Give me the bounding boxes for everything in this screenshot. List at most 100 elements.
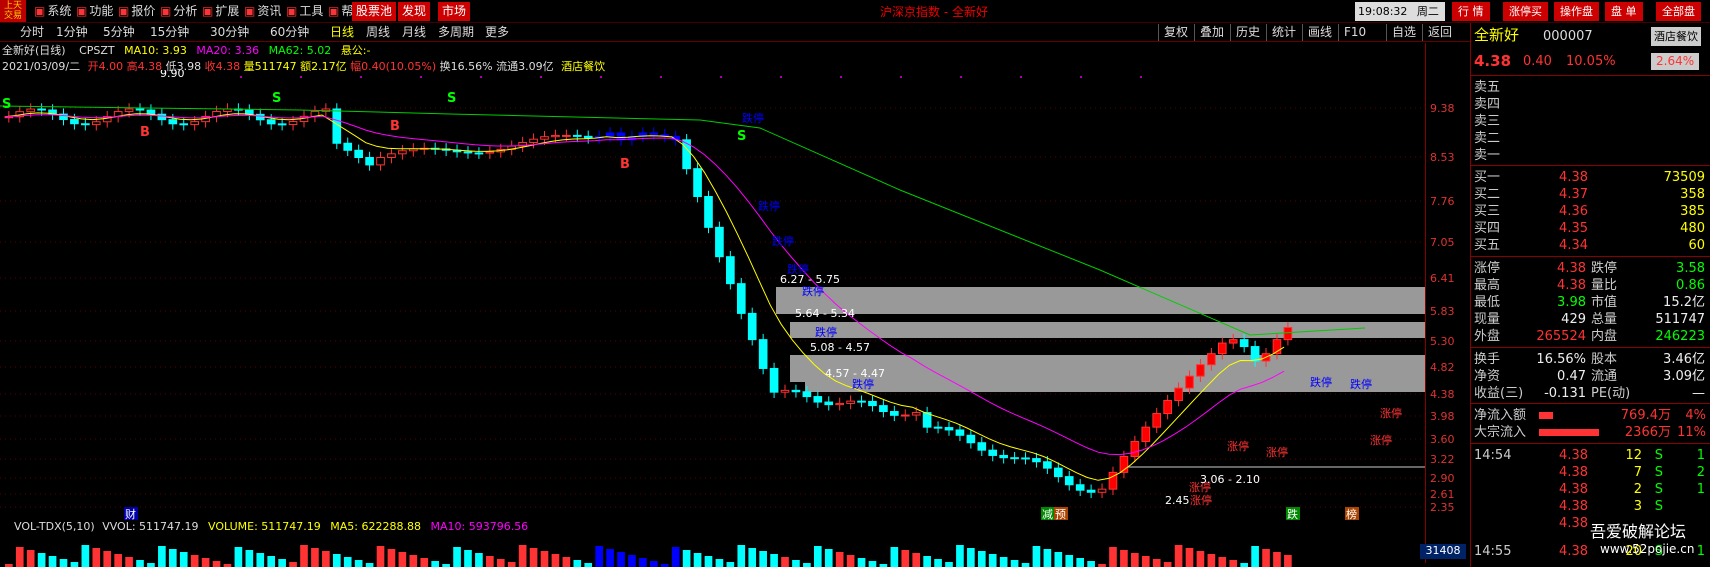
period-tab-9[interactable]: 多周期 xyxy=(438,24,474,41)
tool-7[interactable]: 返回 xyxy=(1422,24,1457,41)
ma20-line xyxy=(4,114,1285,456)
period-tab-4[interactable]: 30分钟 xyxy=(210,24,249,41)
candle-body xyxy=(1174,387,1183,402)
menu-red-1[interactable]: 发现 xyxy=(398,2,431,21)
price-row: 4.38 0.40 10.05% 2.64% xyxy=(1471,53,1710,73)
chart-annotation: 跌停 xyxy=(1350,377,1372,391)
flow-label: 净流入额 xyxy=(1474,408,1527,423)
sell-label: 卖一 xyxy=(1474,148,1501,163)
period-tab-1[interactable]: 1分钟 xyxy=(56,24,88,41)
candle-body xyxy=(999,454,1008,459)
period-tab-3[interactable]: 15分钟 xyxy=(150,24,189,41)
buy-level-2[interactable]: 买二 4.37 358 xyxy=(1471,186,1710,203)
stat-value: 0.47 xyxy=(1557,369,1586,384)
tool-6[interactable]: 自选 xyxy=(1386,24,1421,41)
volume-bar xyxy=(1043,549,1052,567)
volume-bar xyxy=(1251,546,1259,567)
candle-body xyxy=(1053,467,1063,478)
tool-0[interactable]: 复权 xyxy=(1158,24,1193,41)
period-tab-10[interactable]: 更多 xyxy=(485,24,509,41)
chart-annotation: 跌停 xyxy=(772,234,794,248)
volume-label: VOLUME: 511747.19 xyxy=(208,520,321,533)
tool-1[interactable]: 叠加 xyxy=(1194,24,1229,41)
y-tick-label: 3.22 xyxy=(1430,453,1455,466)
candle-body xyxy=(135,108,145,111)
tool-4[interactable]: 画线 xyxy=(1302,24,1337,41)
menu-item-3[interactable]: ▣ 分析 xyxy=(156,2,201,21)
volume-bar xyxy=(48,556,57,567)
sector-badge[interactable]: 酒店餐饮 xyxy=(1651,27,1701,46)
sell-level-3[interactable]: 卖三 xyxy=(1471,113,1710,130)
period-tab-2[interactable]: 5分钟 xyxy=(103,24,135,41)
event-marker: 减 xyxy=(1042,508,1053,520)
tool-5[interactable]: F10 xyxy=(1338,24,1371,41)
tool-2[interactable]: 历史 xyxy=(1230,24,1265,41)
candle-body xyxy=(791,389,801,393)
top-button-1[interactable]: 涨停买 xyxy=(1503,2,1548,21)
top-button-2[interactable]: 操作盘 xyxy=(1554,2,1599,21)
top-button-4[interactable]: 全部盘 xyxy=(1656,2,1701,21)
candle-body xyxy=(266,119,276,125)
volume-bar xyxy=(343,557,352,567)
volume-bar xyxy=(1131,553,1139,567)
volume-bar xyxy=(1010,560,1019,567)
buy-volume: 73509 xyxy=(1663,170,1705,185)
stat-row: 最高 4.38 量比 0.86 xyxy=(1471,277,1710,294)
sell-level-2[interactable]: 卖二 xyxy=(1471,130,1710,147)
top-button-3[interactable]: 盘 单 xyxy=(1605,2,1643,21)
tool-3[interactable]: 统计 xyxy=(1266,24,1301,41)
buy-level-3[interactable]: 买三 4.36 385 xyxy=(1471,203,1710,220)
signal-marker: B xyxy=(390,119,400,134)
volume-bar xyxy=(573,560,582,567)
sell-level-5[interactable]: 卖五 xyxy=(1471,79,1710,96)
menu-label: 功能 xyxy=(89,4,114,18)
period-tab-0[interactable]: 分时 xyxy=(20,24,44,41)
sell-level-1[interactable]: 卖一 xyxy=(1471,147,1710,164)
menu-item-5[interactable]: ▣ 资讯 xyxy=(240,2,285,21)
volume-bar xyxy=(1229,560,1238,567)
buy-level-1[interactable]: 买一 4.38 73509 xyxy=(1471,169,1710,186)
volume-bar xyxy=(332,554,341,567)
buy-level-5[interactable]: 买五 4.34 60 xyxy=(1471,237,1710,254)
top-dot xyxy=(600,76,602,78)
sell-label: 卖二 xyxy=(1474,131,1501,146)
menu-item-4[interactable]: ▣ 扩展 xyxy=(198,2,243,21)
flow-value: 2366万 xyxy=(1624,425,1671,440)
vol-name[interactable]: VOL-TDX(5,10) xyxy=(14,520,95,533)
candle-body xyxy=(354,149,363,158)
y-tick-label: 2.61 xyxy=(1430,488,1455,501)
top-dot xyxy=(420,76,422,78)
menu-item-6[interactable]: ▣ 工具 xyxy=(282,2,327,21)
chart-annotation: 涨停 xyxy=(1370,433,1392,447)
menu-red-0[interactable]: 股票池 xyxy=(352,2,397,21)
candle-body xyxy=(977,442,987,451)
candle-body xyxy=(1207,353,1216,366)
clock-time: 19:08:32 xyxy=(1358,5,1408,18)
menu-label: 扩展 xyxy=(215,4,240,18)
stat-value: 0.86 xyxy=(1676,278,1705,293)
menu-item-1[interactable]: ▣ 功能 xyxy=(72,2,117,21)
candle-body xyxy=(988,449,998,456)
volume-bar xyxy=(846,555,855,567)
menu-item-2[interactable]: ▣ 报价 xyxy=(114,2,159,21)
top-button-0[interactable]: 行 情 xyxy=(1452,2,1490,21)
period-tab-8[interactable]: 月线 xyxy=(402,24,426,41)
sell-level-4[interactable]: 卖四 xyxy=(1471,96,1710,113)
menu-red-2[interactable]: 市场 xyxy=(438,2,471,21)
buy-level-4[interactable]: 买四 4.35 480 xyxy=(1471,220,1710,237)
candle-body xyxy=(1250,346,1260,362)
menu-item-0[interactable]: ▣ 系统 xyxy=(30,2,75,21)
top-dot xyxy=(660,76,662,78)
stat-label: 收益(三) xyxy=(1474,386,1524,401)
candlestick-chart[interactable]: 9.902.45跌停涨停跌停跌停跌停跌停跌停跌停涨停涨停 涨停跌停 跌停涨停涨停6.… xyxy=(0,70,1425,520)
period-tab-7[interactable]: 周线 xyxy=(366,24,390,41)
stat-value: 3.46亿 xyxy=(1663,352,1705,367)
period-tab-5[interactable]: 60分钟 xyxy=(270,24,309,41)
period-tab-6[interactable]: 日线 xyxy=(330,24,354,41)
menu-label: 报价 xyxy=(131,4,156,18)
volume-bar xyxy=(988,554,997,567)
buy-volume: 385 xyxy=(1680,204,1705,219)
volume-bar xyxy=(420,558,429,567)
menu-icon: ▣ xyxy=(244,4,256,18)
chart-annotation: 涨停 xyxy=(1190,493,1212,507)
